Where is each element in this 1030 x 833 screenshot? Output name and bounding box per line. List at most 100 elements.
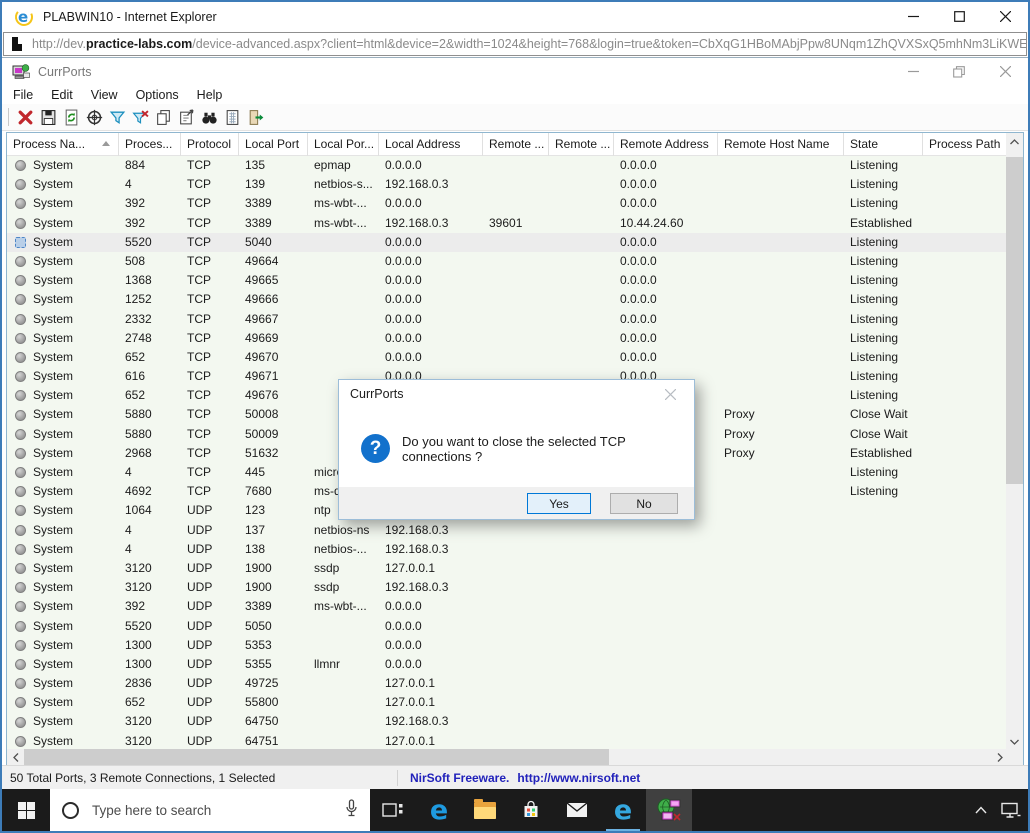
- table-cell: Proxy: [724, 426, 755, 441]
- filter-button[interactable]: [106, 106, 129, 129]
- menu-edit[interactable]: Edit: [42, 88, 82, 102]
- mail-icon: [566, 802, 588, 817]
- menu-options[interactable]: Options: [127, 88, 188, 102]
- table-row[interactable]: System 392 TCP 3389 ms-wbt-... 192.168.0.3 396…: [7, 214, 1008, 233]
- taskbar-internet-explorer[interactable]: e: [600, 789, 646, 831]
- yes-button[interactable]: Yes: [527, 493, 591, 514]
- microphone-icon[interactable]: [345, 799, 358, 819]
- column-header[interactable]: Remote ...: [483, 133, 549, 156]
- no-button[interactable]: No: [610, 493, 678, 514]
- column-header[interactable]: Proces...: [119, 133, 181, 156]
- table-row[interactable]: System 508 TCP 49664 0.0.0.0 0.0.0.0 Listening: [7, 252, 1008, 271]
- report-button[interactable]: [221, 106, 244, 129]
- table-row[interactable]: System 4 UDP 138 netbios-... 192.168.0.3: [7, 540, 1008, 559]
- exit-button[interactable]: [244, 106, 267, 129]
- save-button[interactable]: [37, 106, 60, 129]
- process-icon: [15, 428, 26, 440]
- app-close-button[interactable]: [982, 58, 1028, 85]
- column-header[interactable]: Process Path: [923, 133, 1008, 156]
- column-header[interactable]: Local Port: [239, 133, 308, 156]
- table-row[interactable]: System 3120 UDP 1900 ssdp 127.0.0.1: [7, 559, 1008, 578]
- horizontal-scrollbar[interactable]: [7, 749, 1008, 765]
- copy-button[interactable]: [152, 106, 175, 129]
- table-cell: [923, 233, 1008, 252]
- url-input[interactable]: http://dev.practice-labs.com/device-adva…: [3, 32, 1027, 56]
- table-cell: [483, 674, 549, 693]
- table-row[interactable]: System 2332 TCP 49667 0.0.0.0 0.0.0.0 Listenin…: [7, 310, 1008, 329]
- table-cell: [614, 655, 718, 674]
- table-cell: [483, 233, 549, 252]
- maximize-button[interactable]: [936, 2, 982, 31]
- properties-button[interactable]: [175, 106, 198, 129]
- table-cell: 49664: [245, 253, 279, 268]
- taskbar-mail[interactable]: [554, 789, 600, 831]
- taskbar-file-explorer[interactable]: [462, 789, 508, 831]
- close-connection-button[interactable]: [14, 106, 37, 129]
- table-row[interactable]: System 2748 TCP 49669 0.0.0.0 0.0.0.0 Listenin…: [7, 329, 1008, 348]
- taskbar-search[interactable]: Type here to search: [50, 789, 370, 831]
- start-button[interactable]: [2, 789, 50, 831]
- taskbar-edge[interactable]: e: [416, 789, 462, 831]
- table-row[interactable]: System 5520 TCP 5040 0.0.0.0 0.0.0.0 Listening: [7, 232, 1008, 252]
- table-row[interactable]: System 392 TCP 3389 ms-wbt-... 0.0.0.0 0.0.0.0…: [7, 194, 1008, 213]
- vertical-scrollbar-thumb[interactable]: [1006, 157, 1023, 484]
- find-button[interactable]: [198, 106, 221, 129]
- table-row[interactable]: System 3120 UDP 64751 127.0.0.1: [7, 732, 1008, 751]
- column-header[interactable]: Remote Host Name: [718, 133, 844, 156]
- vertical-scrollbar[interactable]: [1006, 133, 1023, 750]
- scroll-up-arrow-icon[interactable]: [1006, 133, 1023, 150]
- column-header[interactable]: Protocol: [181, 133, 239, 156]
- scroll-left-arrow-icon[interactable]: [7, 749, 24, 765]
- table-cell: [718, 329, 844, 348]
- task-view-button[interactable]: [370, 789, 416, 831]
- menu-help[interactable]: Help: [188, 88, 232, 102]
- taskbar-currports[interactable]: [646, 789, 692, 831]
- table-row[interactable]: System 392 UDP 3389 ms-wbt-... 0.0.0.0: [7, 597, 1008, 616]
- dialog-close-icon[interactable]: [650, 380, 690, 408]
- scroll-down-arrow-icon[interactable]: [1006, 733, 1023, 750]
- table-cell: [844, 636, 923, 655]
- table-cell: ms-wbt-...: [314, 215, 367, 230]
- taskbar-store[interactable]: [508, 789, 554, 831]
- table-row[interactable]: System 1368 TCP 49665 0.0.0.0 0.0.0.0 Listenin…: [7, 271, 1008, 290]
- minimize-button[interactable]: [890, 2, 936, 31]
- close-button[interactable]: [982, 2, 1028, 31]
- table-cell: 49670: [245, 349, 279, 364]
- column-header[interactable]: Process Na...: [7, 133, 119, 156]
- menu-view[interactable]: View: [82, 88, 127, 102]
- nirsoft-link[interactable]: http://www.nirsoft.net: [517, 771, 640, 785]
- tray-network-icon[interactable]: [994, 789, 1028, 831]
- table-row[interactable]: System 4 TCP 139 netbios-s... 192.168.0.3 0.0.…: [7, 175, 1008, 194]
- table-cell: [483, 521, 549, 540]
- table-row[interactable]: System 1252 TCP 49666 0.0.0.0 0.0.0.0 Listenin…: [7, 290, 1008, 309]
- table-row[interactable]: System 652 UDP 55800 127.0.0.1: [7, 693, 1008, 712]
- table-row[interactable]: System 652 TCP 49670 0.0.0.0 0.0.0.0 Listening: [7, 348, 1008, 367]
- column-header[interactable]: Remote ...: [549, 133, 614, 156]
- table-row[interactable]: System 3120 UDP 64750 192.168.0.3: [7, 712, 1008, 731]
- column-header[interactable]: State: [844, 133, 923, 156]
- tray-show-hidden-icons[interactable]: [968, 789, 994, 831]
- refresh-button[interactable]: [60, 106, 83, 129]
- app-minimize-button[interactable]: [890, 58, 936, 85]
- table-cell: System: [7, 674, 119, 693]
- table-row[interactable]: System 1300 UDP 5355 llmnr 0.0.0.0: [7, 655, 1008, 674]
- table-cell: [923, 693, 1008, 712]
- table-row[interactable]: System 3120 UDP 1900 ssdp 192.168.0.3: [7, 578, 1008, 597]
- table-row[interactable]: System 1300 UDP 5353 0.0.0.0: [7, 636, 1008, 655]
- table-cell: 4: [125, 541, 132, 556]
- table-row[interactable]: System 2836 UDP 49725 127.0.0.1: [7, 674, 1008, 693]
- table-row[interactable]: System 5520 UDP 5050 0.0.0.0: [7, 617, 1008, 636]
- menu-file[interactable]: File: [4, 88, 42, 102]
- resolve-addresses-button[interactable]: [83, 106, 106, 129]
- currports-titlebar: CurrPorts: [2, 58, 1028, 85]
- clear-filter-button[interactable]: [129, 106, 152, 129]
- column-header[interactable]: Local Por...: [308, 133, 379, 156]
- table-row[interactable]: System 4 UDP 137 netbios-ns 192.168.0.3: [7, 521, 1008, 540]
- url-text: http://dev.practice-labs.com/device-adva…: [32, 37, 1026, 51]
- app-restore-button[interactable]: [936, 58, 982, 85]
- table-row[interactable]: System 884 TCP 135 epmap 0.0.0.0 0.0.0.0 Listen…: [7, 156, 1008, 175]
- process-icon: [15, 658, 26, 670]
- column-header[interactable]: Remote Address: [614, 133, 718, 156]
- horizontal-scrollbar-thumb[interactable]: [24, 749, 609, 765]
- column-header[interactable]: Local Address: [379, 133, 483, 156]
